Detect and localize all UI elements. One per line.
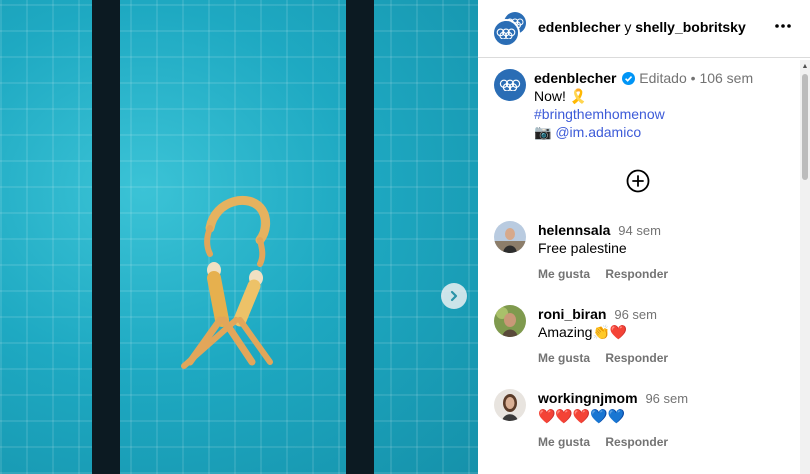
olympic-rings-icon xyxy=(499,79,521,91)
lane-line-left xyxy=(92,0,120,474)
reply-comment-button[interactable]: Responder xyxy=(605,351,668,365)
header-username-2[interactable]: shelly_bobritsky xyxy=(635,19,746,35)
header-usernames: edenblecher y shelly_bobritsky xyxy=(538,19,746,35)
lane-line-right xyxy=(346,0,374,474)
collab-avatars[interactable] xyxy=(492,10,528,47)
avatar[interactable] xyxy=(494,221,526,253)
scroll-up-arrow-icon[interactable]: ▲ xyxy=(800,60,810,72)
comment-text: Free palestine xyxy=(538,240,627,256)
load-more-comments-button[interactable] xyxy=(626,169,650,193)
next-image-button[interactable] xyxy=(441,283,467,309)
post-header: edenblecher y shelly_bobritsky xyxy=(478,0,810,58)
avatar[interactable] xyxy=(494,305,526,337)
avatar xyxy=(492,19,520,47)
comment-time[interactable]: 96 sem xyxy=(645,391,688,406)
comment-item: helennsala 94 sem Free palestine Me gust… xyxy=(494,221,794,293)
reply-comment-button[interactable]: Responder xyxy=(605,267,668,281)
commenter-photo xyxy=(494,221,526,253)
swimmers-figure xyxy=(181,195,273,369)
commenter-photo xyxy=(494,305,526,337)
edited-label: Editado xyxy=(639,70,687,86)
like-comment-button[interactable]: Me gusta xyxy=(538,435,590,449)
comments-scroll-area[interactable]: edenblecher Editado • 106 sem Now! 🎗️ #b… xyxy=(478,59,810,474)
comment-username[interactable]: roni_biran xyxy=(538,306,606,322)
caption-time[interactable]: 106 sem xyxy=(699,70,753,86)
comment-time[interactable]: 96 sem xyxy=(614,307,657,322)
like-comment-button[interactable]: Me gusta xyxy=(538,267,590,281)
chevron-right-icon xyxy=(450,290,458,302)
scrollbar-thumb[interactable] xyxy=(802,74,808,180)
caption-hashtag[interactable]: #bringthemhomenow xyxy=(534,105,796,123)
caption-username[interactable]: edenblecher xyxy=(534,70,616,86)
post-image xyxy=(0,0,478,474)
avatar[interactable] xyxy=(494,69,526,101)
reply-comment-button[interactable]: Responder xyxy=(605,435,668,449)
scrollbar[interactable]: ▲ xyxy=(800,60,810,474)
plus-circle-icon xyxy=(626,169,650,193)
caption-mention[interactable]: @im.adamico xyxy=(555,124,641,140)
avatar[interactable] xyxy=(494,389,526,421)
olympic-rings-icon xyxy=(496,28,516,39)
ribbon-emoji: 🎗️ xyxy=(569,88,588,104)
header-username-1[interactable]: edenblecher xyxy=(538,19,620,35)
comment-text: ❤️❤️❤️💙💙 xyxy=(538,408,626,424)
more-horizontal-icon xyxy=(775,24,791,28)
comment-item: workingnjmom 96 sem ❤️❤️❤️💙💙 Me gusta Re… xyxy=(494,389,794,461)
post-side-panel: edenblecher y shelly_bobritsky edenblech… xyxy=(478,0,810,474)
comment-time[interactable]: 94 sem xyxy=(618,223,661,238)
comment-username[interactable]: workingnjmom xyxy=(538,390,638,406)
camera-emoji: 📷 xyxy=(534,124,552,140)
dot-separator: • xyxy=(690,70,696,86)
comment-username[interactable]: helennsala xyxy=(538,222,610,238)
comment-item: roni_biran 96 sem Amazing👏❤️ Me gusta Re… xyxy=(494,305,794,377)
caption-text: Now! xyxy=(534,88,566,104)
header-joiner: y xyxy=(624,19,632,35)
verified-badge-icon xyxy=(622,72,636,85)
commenter-photo xyxy=(494,389,526,421)
more-options-button[interactable] xyxy=(774,16,792,40)
comment-text: Amazing👏❤️ xyxy=(538,324,628,340)
like-comment-button[interactable]: Me gusta xyxy=(538,351,590,365)
caption-body: edenblecher Editado • 106 sem Now! 🎗️ #b… xyxy=(534,69,796,141)
